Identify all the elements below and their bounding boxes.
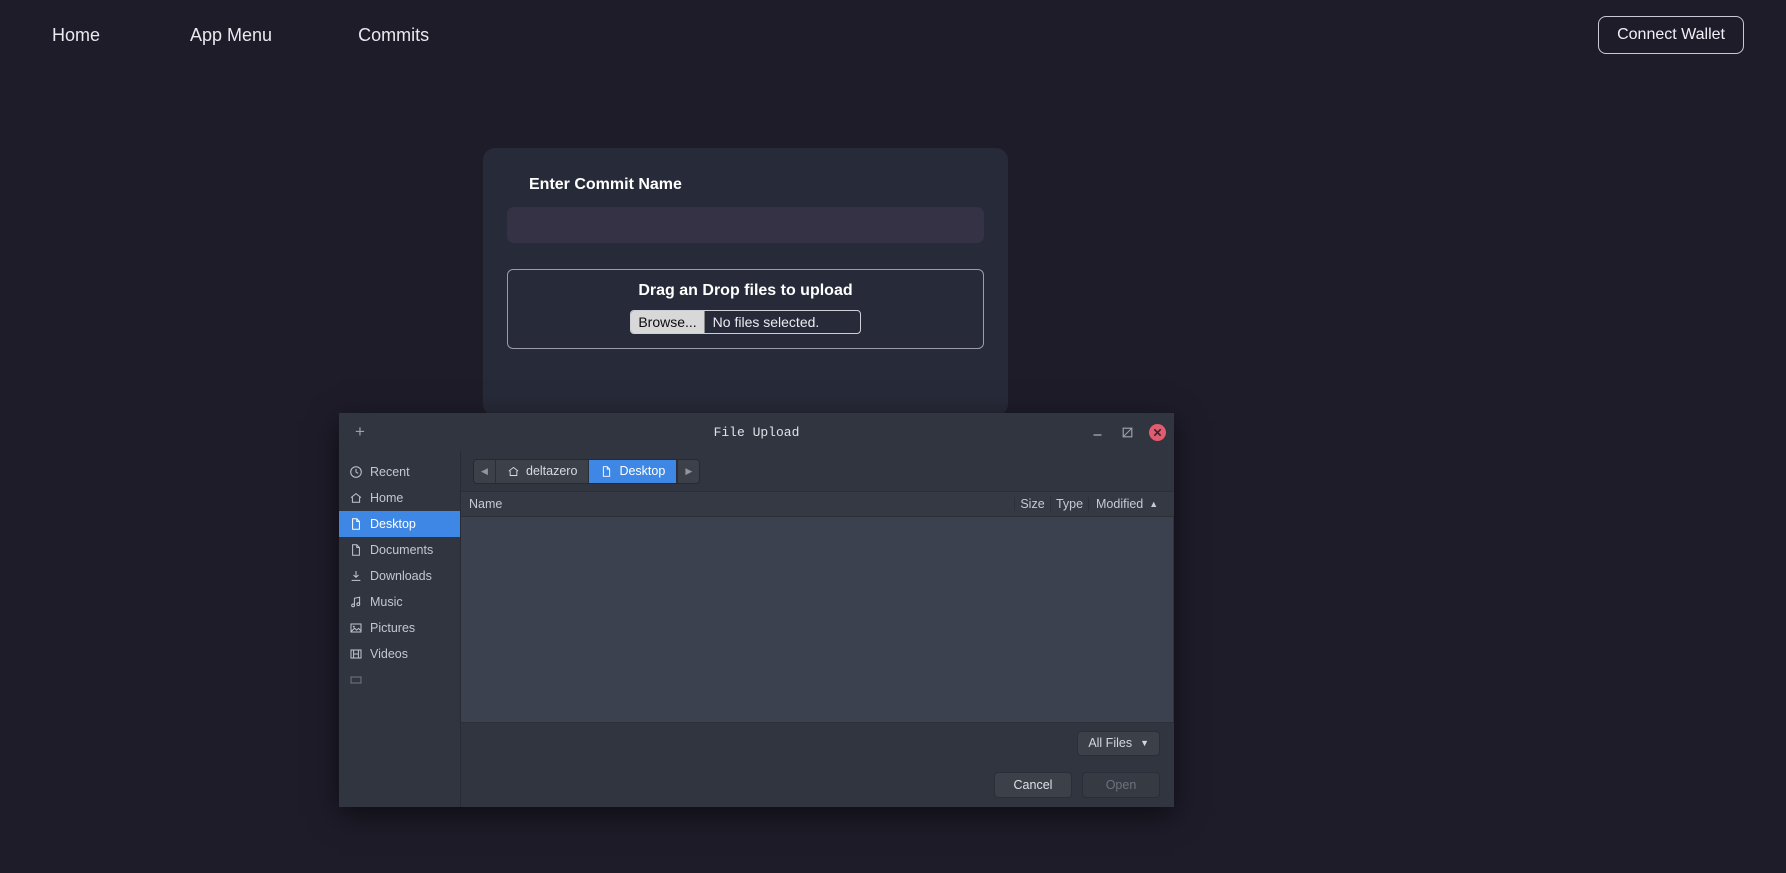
picture-icon: [349, 621, 363, 635]
breadcrumb: ◀ deltazero Desktop ▶: [473, 458, 701, 484]
window-controls: [1089, 423, 1166, 441]
sidebar-item-home[interactable]: Home: [339, 485, 460, 511]
file-icon: [600, 465, 613, 478]
sidebar-item-label: Documents: [370, 543, 434, 557]
nav-link-app-menu[interactable]: App Menu: [186, 19, 276, 52]
dialog-title: File Upload: [713, 424, 800, 440]
dialog-action-bar: Cancel Open: [461, 763, 1174, 807]
path-bar: ◀ deltazero Desktop ▶: [461, 451, 1174, 491]
download-icon: [349, 569, 363, 583]
cancel-button[interactable]: Cancel: [994, 772, 1072, 798]
column-header-size[interactable]: Size: [1014, 497, 1050, 511]
column-header-name[interactable]: Name: [461, 497, 1014, 511]
file-list[interactable]: [461, 517, 1174, 722]
filter-label: All Files: [1088, 736, 1133, 750]
sidebar-item-label: Videos: [370, 647, 408, 661]
commit-name-label: Enter Commit Name: [529, 176, 682, 193]
sidebar-item-documents[interactable]: Documents: [339, 537, 460, 563]
file-upload-dialog: + File Upload Recent Home Desktop Docume…: [339, 413, 1174, 807]
home-icon: [507, 465, 520, 478]
sidebar-item-label: Home: [370, 491, 404, 505]
dialog-body: Recent Home Desktop Documents Downloads …: [339, 451, 1174, 807]
file-browser-pane: ◀ deltazero Desktop ▶ Name Size Type Mod…: [461, 451, 1174, 807]
close-icon[interactable]: [1149, 423, 1166, 441]
sidebar-item-downloads[interactable]: Downloads: [339, 563, 460, 589]
breadcrumb-label: deltazero: [526, 464, 578, 478]
open-button[interactable]: Open: [1082, 772, 1160, 798]
sidebar-item-label: Downloads: [370, 569, 432, 583]
document-icon: [349, 543, 363, 557]
sidebar-item-other-locations[interactable]: [339, 667, 460, 693]
column-header-modified-label: Modified: [1096, 497, 1144, 511]
sidebar-item-label: Pictures: [370, 621, 416, 635]
file-icon: [349, 517, 363, 531]
file-input-control[interactable]: Browse... No files selected.: [630, 310, 861, 334]
chevron-down-icon: ▼: [1140, 738, 1149, 748]
column-header-type[interactable]: Type: [1050, 497, 1088, 511]
sort-ascending-icon: ▲: [1149, 499, 1159, 509]
file-dropzone[interactable]: Drag an Drop files to upload Browse... N…: [507, 269, 984, 349]
file-selection-status: No files selected.: [712, 314, 820, 330]
nav-link-commits[interactable]: Commits: [354, 19, 433, 52]
breadcrumb-forward-icon[interactable]: ▶: [677, 459, 700, 483]
home-icon: [349, 491, 363, 505]
breadcrumb-label: Desktop: [619, 464, 666, 478]
sidebar-item-label: Music: [370, 595, 403, 609]
top-navbar: Home App Menu Commits Connect Wallet: [0, 0, 1786, 70]
browse-button[interactable]: Browse...: [631, 311, 705, 333]
breadcrumb-back-icon[interactable]: ◀: [474, 459, 496, 483]
video-icon: [349, 647, 363, 661]
column-header-modified[interactable]: Modified ▲: [1088, 497, 1174, 511]
new-tab-icon[interactable]: +: [348, 420, 372, 444]
sidebar-item-recent[interactable]: Recent: [339, 459, 460, 485]
other-locations-icon: [349, 673, 363, 687]
clock-icon: [349, 465, 363, 479]
sidebar-item-music[interactable]: Music: [339, 589, 460, 615]
nav-links: Home App Menu Commits: [0, 19, 433, 52]
commit-name-input[interactable]: [507, 207, 984, 243]
sidebar-item-desktop[interactable]: Desktop: [339, 511, 460, 537]
file-type-filter-dropdown[interactable]: All Files ▼: [1077, 730, 1160, 756]
sidebar-item-pictures[interactable]: Pictures: [339, 615, 460, 641]
filter-bar: All Files ▼: [461, 722, 1174, 763]
file-list-header: Name Size Type Modified ▲: [461, 491, 1174, 517]
commit-card: Enter Commit Name Drag an Drop files to …: [483, 148, 1008, 416]
sidebar-item-label: Desktop: [370, 517, 416, 531]
sidebar-item-videos[interactable]: Videos: [339, 641, 460, 667]
maximize-icon[interactable]: [1119, 424, 1136, 441]
music-icon: [349, 595, 363, 609]
nav-link-home[interactable]: Home: [48, 19, 104, 52]
dialog-titlebar[interactable]: + File Upload: [339, 413, 1174, 451]
dropzone-title: Drag an Drop files to upload: [638, 282, 853, 299]
connect-wallet-button[interactable]: Connect Wallet: [1598, 16, 1744, 54]
minimize-icon[interactable]: [1089, 424, 1106, 441]
breadcrumb-desktop[interactable]: Desktop: [589, 459, 678, 483]
places-sidebar: Recent Home Desktop Documents Downloads …: [339, 451, 461, 807]
breadcrumb-deltazero[interactable]: deltazero: [496, 459, 590, 483]
sidebar-item-label: Recent: [370, 465, 410, 479]
